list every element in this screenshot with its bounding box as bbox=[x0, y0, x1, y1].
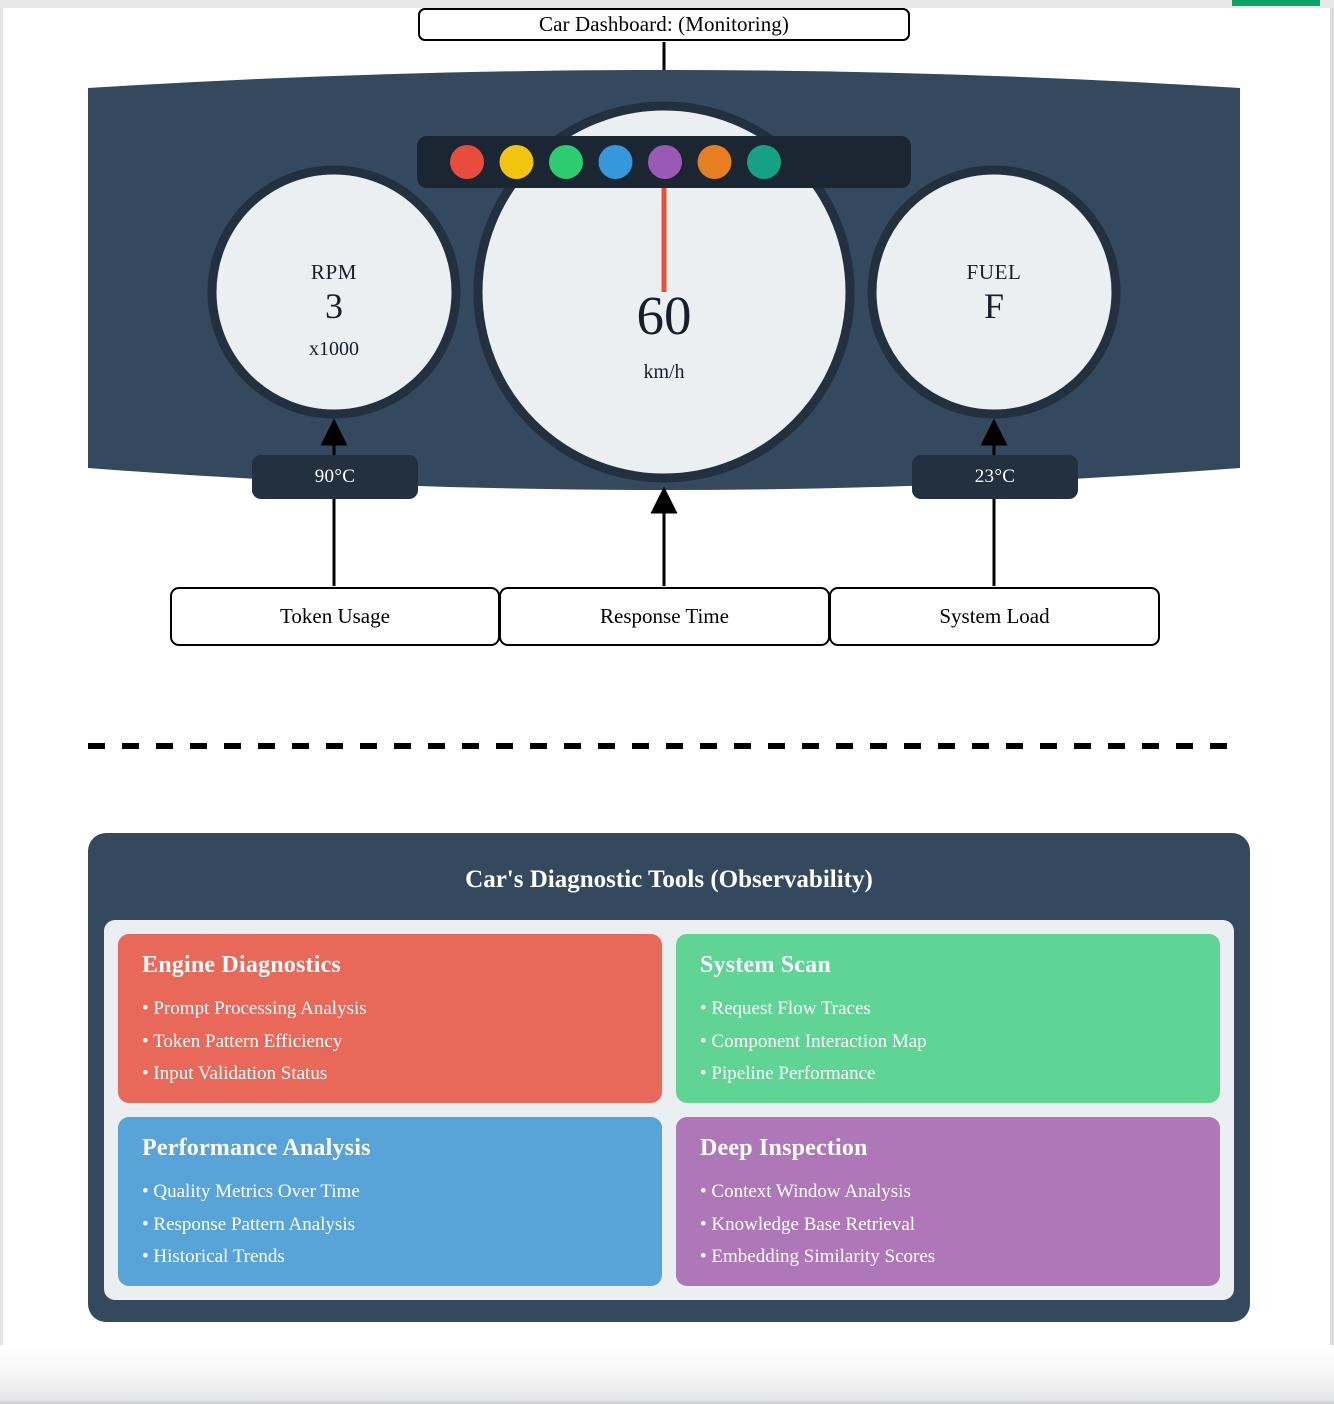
diagram-stage: Car Dashboard: (Monitoring) RPM 3 x1000 … bbox=[0, 0, 1334, 1404]
diagnostic-tools-panel: Car's Diagnostic Tools (Observability) E… bbox=[88, 833, 1250, 1322]
diagnostic-card-title: Engine Diagnostics bbox=[142, 952, 341, 978]
diagnostic-card-list-item: • Pipeline Performance bbox=[700, 1063, 876, 1085]
gauge-rpm bbox=[207, 165, 461, 419]
diagnostic-card-deep-inspection[interactable]: Deep Inspection • Context Window Analysis… bbox=[676, 1117, 1220, 1286]
diagnostic-card-list-item: • Embedding Similarity Scores bbox=[700, 1246, 936, 1268]
indicator-light-teal-icon bbox=[747, 145, 781, 179]
indicator-light-yellow-icon bbox=[499, 145, 534, 179]
diagnostic-card-list: • Request Flow Traces • Component Interac… bbox=[700, 993, 1196, 1091]
diagnostic-card-list: • Context Window Analysis • Knowledge Bas… bbox=[700, 1176, 1196, 1274]
diagnostic-card-title: System Scan bbox=[700, 952, 831, 978]
diagnostic-cards-grid: Engine Diagnostics • Prompt Processing An… bbox=[104, 920, 1234, 1300]
diagnostic-card-list: • Quality Metrics Over Time • Response Pa… bbox=[142, 1176, 638, 1274]
indicator-light-orange-icon bbox=[697, 145, 732, 179]
metric-box-system-load[interactable]: System Load bbox=[829, 587, 1160, 646]
page-title: Car Dashboard: (Monitoring) bbox=[418, 8, 910, 41]
diagnostic-tools-title: Car's Diagnostic Tools (Observability) bbox=[104, 849, 1234, 911]
diagnostic-card-performance-analysis[interactable]: Performance Analysis • Quality Metrics Ov… bbox=[118, 1117, 662, 1286]
diagnostic-card-system-scan[interactable]: System Scan • Request Flow Traces • Compon… bbox=[676, 934, 1220, 1103]
indicator-light-green-icon bbox=[549, 145, 583, 179]
diagnostic-card-list-item: • Knowledge Base Retrieval bbox=[700, 1213, 916, 1235]
metric-box-response-time[interactable]: Response Time bbox=[499, 587, 830, 646]
diagnostic-card-list-item: • Input Validation Status bbox=[142, 1063, 328, 1085]
diagnostic-card-engine-diagnostics[interactable]: Engine Diagnostics • Prompt Processing An… bbox=[118, 934, 662, 1103]
diagnostic-card-list-item: • Response Pattern Analysis bbox=[142, 1213, 355, 1235]
page-bottom-fade bbox=[0, 1345, 1334, 1404]
diagnostic-card-list-item: • Component Interaction Map bbox=[700, 1030, 927, 1052]
metric-box-token-usage[interactable]: Token Usage bbox=[170, 587, 500, 646]
cabin-temp-badge: 23°C bbox=[912, 455, 1078, 499]
diagnostic-card-title: Deep Inspection bbox=[700, 1135, 868, 1161]
gauge-fuel bbox=[867, 165, 1121, 419]
indicator-light-purple-icon bbox=[648, 145, 682, 179]
diagnostic-card-list-item: • Historical Trends bbox=[142, 1246, 285, 1268]
diagnostic-card-list-item: • Context Window Analysis bbox=[700, 1181, 911, 1202]
indicator-light-blue-icon bbox=[598, 145, 633, 179]
diagnostic-card-title: Performance Analysis bbox=[142, 1135, 371, 1161]
diagnostic-card-list-item: • Prompt Processing Analysis bbox=[142, 998, 367, 1019]
diagnostic-card-list-item: • Token Pattern Efficiency bbox=[142, 1030, 343, 1052]
diagnostic-card-list-item: • Request Flow Traces bbox=[700, 998, 871, 1019]
engine-temp-badge: 90°C bbox=[252, 455, 418, 499]
diagnostic-card-list: • Prompt Processing Analysis • Token Patt… bbox=[142, 993, 638, 1091]
diagnostic-card-list-item: • Quality Metrics Over Time bbox=[142, 1181, 360, 1202]
indicator-light-red-icon bbox=[450, 145, 484, 179]
